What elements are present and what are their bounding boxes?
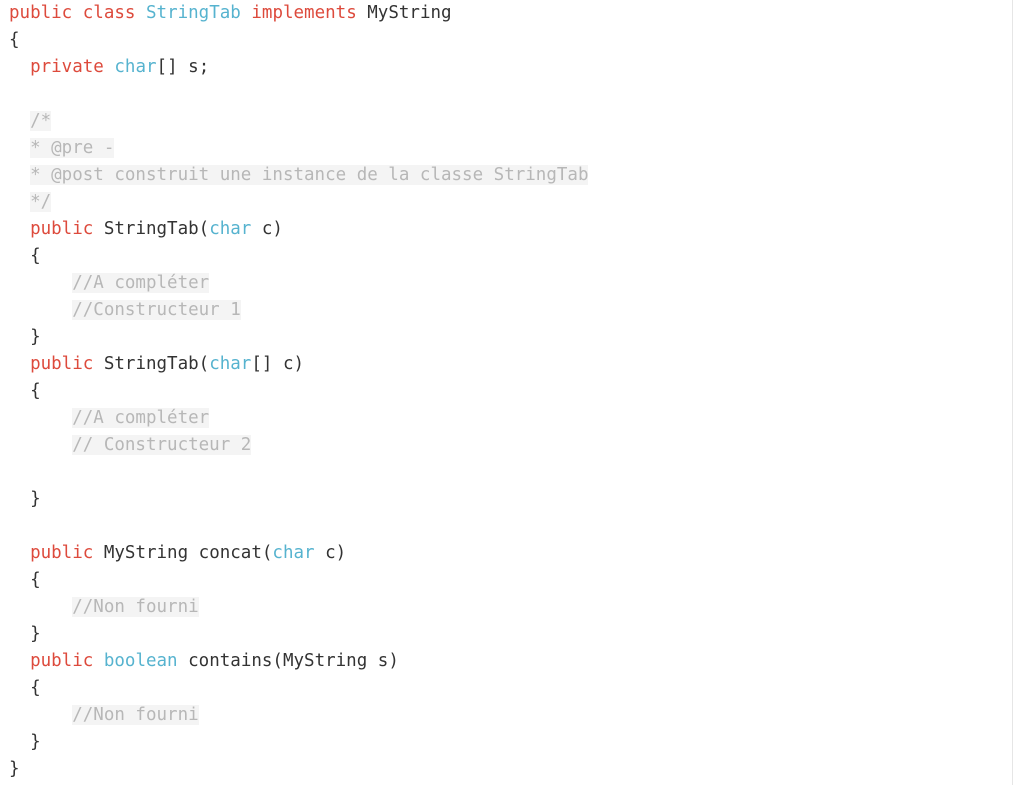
code-line-9: public StringTab(char c) — [9, 217, 283, 241]
code-line-10: { — [9, 244, 41, 268]
code-line-14: public StringTab(char[] c) — [9, 352, 304, 376]
keyword-implements: implements — [251, 3, 357, 23]
close-brace: } — [9, 759, 20, 779]
doc-comment: /* — [30, 111, 52, 131]
line-comment: //Non fourni — [72, 705, 199, 725]
code-line-6: * @pre - — [9, 136, 115, 160]
code-line-25: public boolean contains(MyString s) — [9, 649, 399, 673]
line-comment: //Constructeur 1 — [72, 300, 241, 320]
interface-name: MyString — [356, 3, 452, 23]
open-brace: { — [9, 381, 41, 401]
code-line-1: public class StringTab implements MyStri… — [9, 1, 452, 25]
code-line-7: * @post construit une instance de la cla… — [9, 163, 589, 187]
type-boolean: boolean — [103, 651, 178, 671]
keyword-public: public — [30, 219, 94, 239]
code-line-28: } — [9, 730, 41, 754]
parameter: c) — [314, 543, 347, 563]
keyword-class: class — [82, 3, 136, 23]
line-comment: //A compléter — [72, 273, 210, 293]
code-line-21: public MyString concat(char c) — [9, 541, 346, 565]
code-line-26: { — [9, 676, 41, 700]
code-line-22: { — [9, 568, 41, 592]
parameter: c) — [251, 219, 283, 239]
class-name: StringTab — [146, 3, 241, 23]
close-brace: } — [9, 732, 41, 752]
doc-comment: * @post construit une instance de la cla… — [30, 165, 589, 185]
keyword-public: public — [9, 3, 73, 23]
open-brace: { — [9, 570, 41, 590]
code-line-3: private char[] s; — [9, 55, 209, 79]
parameter: [] c) — [251, 354, 305, 374]
code-line-16: //A compléter — [9, 406, 210, 430]
keyword-public: public — [30, 651, 94, 671]
code-line-19: } — [9, 487, 41, 511]
code-line-8: */ — [9, 190, 52, 214]
code-line-12: //Constructeur 1 — [9, 298, 241, 322]
code-line-23: //Non fourni — [9, 595, 199, 619]
close-brace: } — [9, 624, 41, 644]
code-line-27: //Non fourni — [9, 703, 199, 727]
type-char: char — [272, 543, 315, 563]
code-line-11: //A compléter — [9, 271, 210, 295]
constructor-name: StringTab( — [93, 219, 210, 239]
close-brace: } — [9, 327, 41, 347]
close-brace: } — [9, 489, 41, 509]
doc-comment: */ — [30, 192, 52, 212]
constructor-name: StringTab( — [93, 354, 210, 374]
type-char: char — [209, 219, 252, 239]
keyword-public: public — [30, 543, 94, 563]
field-declaration: [] s; — [156, 57, 210, 77]
code-line-5: /* — [9, 109, 52, 133]
line-comment: // Constructeur 2 — [72, 435, 252, 455]
code-line-24: } — [9, 622, 41, 646]
keyword-public: public — [30, 354, 94, 374]
code-line-29: } — [9, 757, 20, 781]
code-line-15: { — [9, 379, 41, 403]
code-viewer: public class StringTab implements MyStri… — [0, 0, 1013, 785]
method-signature: contains(MyString s) — [177, 651, 399, 671]
method-signature: MyString concat( — [93, 543, 273, 563]
code-line-13: } — [9, 325, 41, 349]
type-char: char — [114, 57, 157, 77]
line-comment: //A compléter — [72, 408, 210, 428]
doc-comment: * @pre - — [30, 138, 115, 158]
code-line-2: { — [9, 28, 20, 52]
open-brace: { — [9, 246, 41, 266]
keyword-private: private — [30, 57, 104, 77]
open-brace: { — [9, 30, 20, 50]
code-line-17: // Constructeur 2 — [9, 433, 252, 457]
type-char: char — [209, 354, 252, 374]
open-brace: { — [9, 678, 41, 698]
line-comment: //Non fourni — [72, 597, 199, 617]
